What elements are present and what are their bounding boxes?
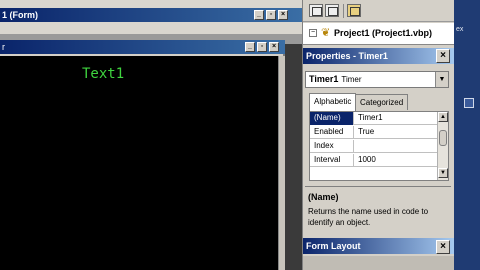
- project-toolbar: [303, 0, 455, 22]
- scroll-thumb[interactable]: [439, 130, 447, 146]
- form-border: [278, 56, 285, 270]
- form-titlebar[interactable]: r: [0, 40, 285, 54]
- property-row[interactable]: Enabled True: [310, 126, 438, 139]
- form-maximize-button[interactable]: ▫: [257, 42, 267, 52]
- object-selector[interactable]: Timer1 Timer ▼: [305, 71, 449, 88]
- scroll-up-icon[interactable]: ▲: [438, 112, 448, 122]
- designer-area: 1 (Form) _ ▫ × r _ ▫ × Text1: [0, 0, 302, 270]
- properties-close-button[interactable]: ×: [436, 49, 450, 63]
- background-text: ex: [456, 26, 464, 33]
- form-layout-title: Form Layout: [306, 241, 361, 251]
- project-tree: − ❦ Project1 (Project1.vbp): [303, 23, 455, 45]
- desktop-square-icon: [464, 98, 474, 108]
- right-dock: − ❦ Project1 (Project1.vbp) Properties -…: [302, 0, 455, 270]
- maximize-button[interactable]: ▫: [266, 10, 276, 20]
- form-close-button[interactable]: ×: [269, 42, 279, 52]
- desktop-background: [454, 0, 480, 270]
- property-row[interactable]: (Name) Timer1: [310, 112, 438, 125]
- toolbar-separator: [343, 4, 344, 18]
- scroll-down-icon[interactable]: ▼: [438, 168, 448, 178]
- property-grid-scrollbar[interactable]: ▲ ▼: [437, 112, 448, 180]
- tree-item-project1[interactable]: Project1 (Project1.vbp): [334, 28, 432, 38]
- tab-categorized[interactable]: Categorized: [355, 94, 409, 110]
- property-name: Interval: [310, 154, 354, 167]
- mdi-window-controls: _ ▫ ×: [254, 10, 288, 20]
- minimize-button[interactable]: _: [254, 10, 264, 20]
- property-name: (Name): [310, 112, 354, 125]
- view-object-icon[interactable]: [325, 4, 339, 17]
- view-code-icon[interactable]: [309, 4, 323, 17]
- property-value[interactable]: 1000: [355, 154, 376, 166]
- label-text1[interactable]: Text1: [82, 66, 124, 82]
- form-window-controls: _ ▫ ×: [245, 42, 279, 52]
- description-title: (Name): [308, 192, 339, 202]
- project-icon: ❦: [321, 27, 331, 39]
- property-row[interactable]: Interval 1000: [310, 154, 438, 167]
- object-name: Timer1: [309, 74, 339, 84]
- form-canvas[interactable]: Text1: [0, 56, 278, 270]
- form-minimize-button[interactable]: _: [245, 42, 255, 52]
- property-description: (Name) Returns the name used in code to …: [305, 186, 451, 230]
- mdi-title: 1 (Form): [2, 10, 38, 20]
- form-designer-window: r _ ▫ × Text1: [0, 40, 285, 270]
- description-text: Returns the name used in code to identif…: [308, 207, 429, 227]
- toggle-folders-icon[interactable]: [347, 4, 361, 17]
- property-value[interactable]: True: [355, 126, 374, 138]
- object-type: Timer: [341, 75, 362, 84]
- form-layout-close-button[interactable]: ×: [436, 240, 450, 254]
- form-layout-body: [303, 256, 455, 270]
- dropdown-arrow-icon[interactable]: ▼: [435, 72, 448, 87]
- properties-titlebar[interactable]: Properties - Timer1: [303, 48, 455, 64]
- property-value[interactable]: Timer1: [355, 112, 383, 124]
- property-row[interactable]: Index: [310, 140, 438, 153]
- form-title: r: [2, 42, 5, 52]
- form-layout-titlebar[interactable]: Form Layout: [303, 238, 455, 254]
- mdi-window: 1 (Form) _ ▫ ×: [0, 0, 302, 34]
- properties-title: Properties - Timer1: [306, 51, 388, 61]
- property-name: Enabled: [310, 126, 354, 139]
- property-name: Index: [310, 140, 354, 153]
- tab-alphabetic[interactable]: Alphabetic: [309, 93, 357, 111]
- tree-expander-icon[interactable]: −: [309, 29, 317, 37]
- close-button[interactable]: ×: [278, 10, 288, 20]
- property-grid: (Name) Timer1 Enabled True Index Interva…: [309, 111, 449, 181]
